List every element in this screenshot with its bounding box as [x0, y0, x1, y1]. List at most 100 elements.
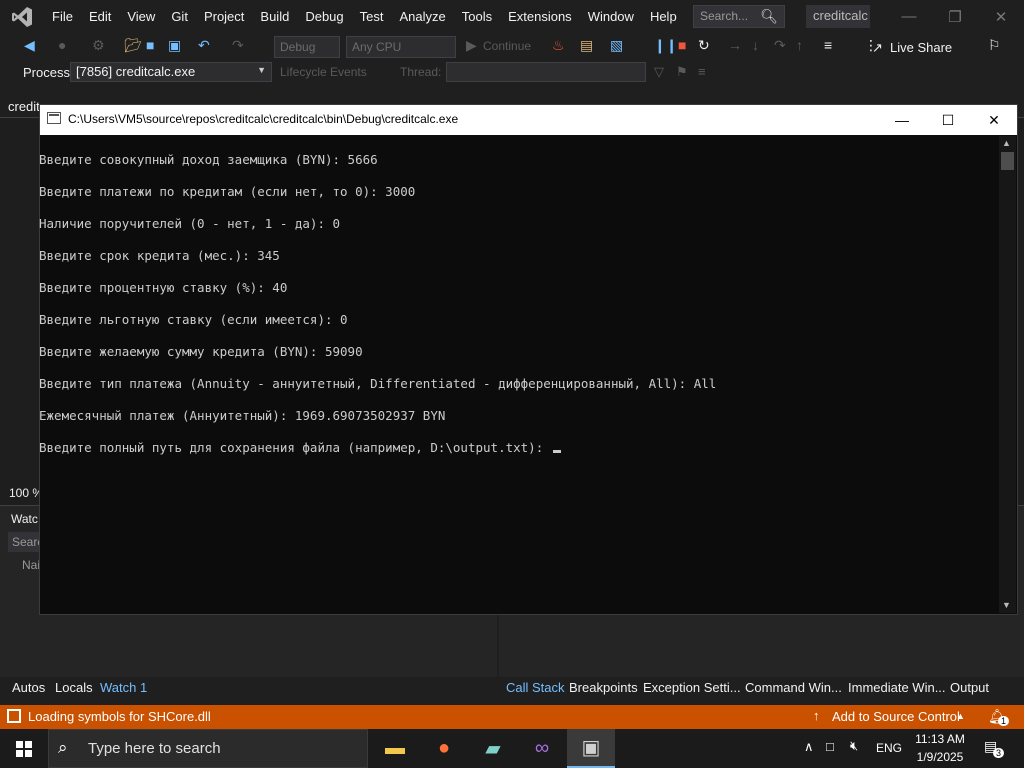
vs-close-button[interactable]: ✕ [978, 0, 1024, 33]
search-input[interactable]: Search... 🔍︎ [693, 5, 785, 28]
console-line: Введите льготную ставку (если имеется): … [39, 312, 348, 327]
start-button[interactable] [0, 729, 48, 768]
console-output[interactable]: Введите совокупный доход заемщика (BYN):… [39, 136, 999, 611]
input-language[interactable]: ENG [876, 741, 902, 755]
network-icon[interactable]: □ [826, 739, 834, 754]
restart-icon[interactable]: ↻ [698, 37, 710, 54]
diagnostic-tools-icon[interactable]: ≡ [824, 37, 832, 53]
process-label: Process: [23, 65, 74, 80]
tray-expand-icon[interactable]: ∧ [804, 739, 814, 755]
solution-name-badge: creditcalc [806, 5, 870, 28]
menu-build[interactable]: Build [252, 0, 297, 33]
flag-icon[interactable]: ⚑ [676, 64, 688, 80]
platform-select[interactable]: Any CPU [346, 36, 456, 58]
console-line: Введите срок кредита (мес.): 345 [39, 248, 280, 263]
navigate-back-icon[interactable]: ◀ [24, 37, 35, 54]
step-over-icon[interactable]: ↷ [774, 37, 786, 54]
tab-autos[interactable]: Autos [12, 680, 45, 695]
volume-muted-icon[interactable]: 🔇︎ [850, 738, 858, 754]
show-next-statement-icon[interactable]: → [728, 37, 742, 53]
tab-command-window[interactable]: Command Win... [745, 680, 842, 695]
hot-reload-icon[interactable]: ♨ [552, 37, 565, 54]
lifecycle-events-button[interactable]: Lifecycle Events [280, 65, 367, 79]
save-icon[interactable]: ■ [146, 37, 154, 53]
search-icon: 🔍︎ [760, 8, 778, 24]
scroll-up-arrow-icon[interactable]: ▲ [1002, 138, 1011, 148]
stop-debugging-icon[interactable]: ■ [678, 37, 686, 53]
chevron-up-icon: ▲ [956, 711, 965, 721]
console-scrollbar[interactable] [999, 136, 1016, 613]
menu-project[interactable]: Project [196, 0, 252, 33]
console-close-button[interactable]: ✕ [971, 105, 1017, 135]
search-placeholder: Search... [700, 9, 749, 23]
console-line: Введите платежи по кредитам (если нет, т… [39, 184, 416, 199]
console-input-line[interactable]: Введите полный путь для сохранения файла… [39, 440, 999, 456]
status-text: Loading symbols for SHCore.dll [28, 709, 211, 724]
console-scroll-thumb[interactable] [1001, 152, 1014, 170]
open-file-icon[interactable]: 📂︎ [124, 37, 142, 54]
menu-test[interactable]: Test [352, 0, 392, 33]
menu-file[interactable]: File [44, 0, 81, 33]
menu-bar: File Edit View Git Project Build Debug T… [0, 0, 1024, 33]
stack-frame-icon[interactable]: ≡ [698, 64, 706, 79]
live-share-button[interactable]: Live Share [890, 40, 952, 55]
tab-locals[interactable]: Locals [55, 680, 93, 695]
console-line: Наличие поручителей (0 - нет, 1 - да): 0 [39, 216, 341, 231]
continue-button[interactable]: Continue [483, 39, 531, 53]
redo-icon[interactable]: ↷ [232, 37, 244, 54]
filter-icon[interactable]: ▽ [654, 64, 664, 80]
tab-exception-settings[interactable]: Exception Setti... [643, 680, 741, 695]
file-explorer-icon[interactable]: ▬ [371, 729, 419, 768]
console-prompt: Введите полный путь для сохранения файла… [39, 440, 551, 455]
console-app-taskbar-icon[interactable]: ▣ [567, 729, 615, 768]
visual-studio-logo-icon[interactable] [0, 0, 44, 33]
notepad-icon[interactable]: ▰ [469, 729, 517, 768]
chevron-down-icon: ▼ [257, 65, 266, 75]
tab-output[interactable]: Output [950, 680, 989, 695]
menu-edit[interactable]: Edit [81, 0, 119, 33]
account-feedback-icon[interactable]: ⚐ [988, 37, 1001, 54]
notification-count: 1 [998, 716, 1010, 726]
menu-git[interactable]: Git [163, 0, 196, 33]
zoom-level[interactable]: 100 % [9, 486, 43, 500]
save-all-icon[interactable]: ▣ [168, 37, 181, 54]
step-into-icon[interactable]: ↓ [752, 37, 759, 53]
step-out-icon[interactable]: ↑ [796, 37, 803, 53]
continue-play-icon[interactable]: ▶ [466, 37, 477, 54]
undo-icon[interactable]: ↶ [198, 37, 210, 54]
add-to-source-control-button[interactable]: Add to Source Control [832, 709, 960, 724]
firefox-icon[interactable]: ● [420, 729, 468, 768]
new-project-icon[interactable]: ⚙ [92, 37, 105, 54]
tab-call-stack[interactable]: Call Stack [506, 680, 565, 695]
menu-view[interactable]: View [119, 0, 163, 33]
windows-logo-icon [16, 740, 32, 757]
console-line: Введите тип платежа (Annuity - аннуитетн… [39, 376, 717, 391]
thread-select[interactable] [446, 62, 646, 82]
scroll-down-arrow-icon[interactable]: ▼ [1002, 600, 1011, 610]
console-maximize-button[interactable]: ☐ [925, 105, 971, 135]
tab-breakpoints[interactable]: Breakpoints [569, 680, 638, 695]
menu-extensions[interactable]: Extensions [500, 0, 580, 33]
clock-date[interactable]: 1/9/2025 [912, 750, 968, 764]
clock-time[interactable]: 11:13 AM [912, 732, 968, 746]
navigate-forward-icon[interactable]: ● [58, 37, 66, 53]
vs-minimize-button[interactable]: — [886, 0, 932, 33]
break-all-icon[interactable]: ❙❙ [654, 37, 677, 54]
browse-icon[interactable]: ▤ [580, 37, 593, 54]
tab-immediate-window[interactable]: Immediate Win... [848, 680, 946, 695]
menu-tools[interactable]: Tools [454, 0, 500, 33]
tab-watch-1[interactable]: Watch 1 [100, 680, 147, 695]
console-minimize-button[interactable]: — [879, 105, 925, 135]
menu-analyze[interactable]: Analyze [391, 0, 453, 33]
vs-restore-button[interactable]: ❐ [932, 0, 978, 33]
console-app-icon[interactable] [47, 112, 61, 124]
menu-debug[interactable]: Debug [297, 0, 351, 33]
configuration-select[interactable]: Debug [274, 36, 340, 58]
menu-window[interactable]: Window [580, 0, 642, 33]
live-share-icon: ↗ [872, 40, 883, 55]
menu-help[interactable]: Help [642, 0, 685, 33]
visual-studio-icon[interactable]: ∞ [518, 729, 566, 768]
search-icon: ⌕ [58, 738, 68, 757]
process-select[interactable]: [7856] creditcalc.exe ▼ [70, 62, 272, 82]
live-visual-tree-icon[interactable]: ▧ [610, 37, 623, 54]
